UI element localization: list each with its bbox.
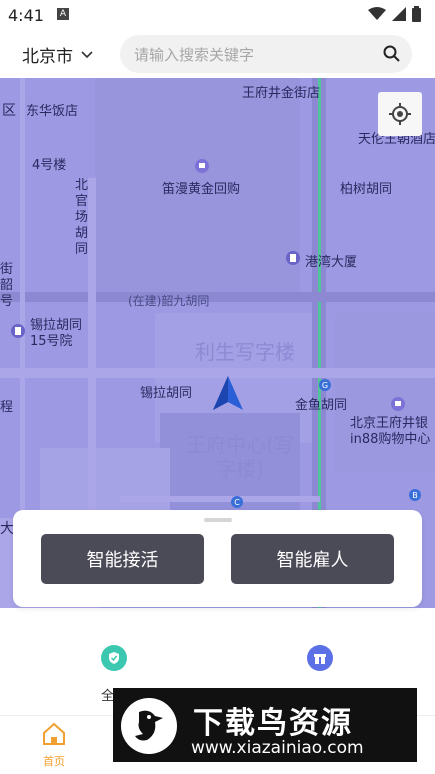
svg-text:B: B xyxy=(412,491,418,500)
shield-icon xyxy=(101,645,127,671)
smart-job-button[interactable]: 智能接活 xyxy=(41,534,204,584)
wifi-icon xyxy=(368,7,386,20)
locate-icon xyxy=(389,103,411,125)
feature-right[interactable] xyxy=(284,645,356,685)
map-label: 锡拉胡同 xyxy=(140,386,193,401)
watermark-banner: 下载鸟资源 www.xiazainiao.com xyxy=(113,688,417,762)
map-label: 柏树胡同 xyxy=(340,182,393,197)
search-box[interactable] xyxy=(120,35,412,73)
map-label: 利生写字楼 xyxy=(195,340,295,364)
status-time: 4:41 xyxy=(8,6,44,25)
tab-home-label: 首页 xyxy=(43,755,65,768)
svg-text:C: C xyxy=(234,498,240,507)
signal-icon xyxy=(392,7,406,21)
drag-handle[interactable] xyxy=(204,518,232,522)
parking-icon: B xyxy=(409,489,421,501)
chevron-down-icon xyxy=(81,50,93,58)
map-label: (在建)韶九胡同 xyxy=(128,294,210,308)
map-label: 街韶号 xyxy=(0,262,14,309)
map-label: 4号楼 xyxy=(32,158,67,173)
header: 北京市 xyxy=(0,30,435,78)
watermark-title: 下载鸟资源 xyxy=(193,706,353,741)
building-poi-icon xyxy=(286,251,300,265)
action-card: 智能接活 智能雇人 xyxy=(13,510,422,607)
map-label: 金鱼胡同 xyxy=(295,398,348,413)
city-selector[interactable]: 北京市 xyxy=(22,42,93,67)
map-label: 北京王府井银in88购物中心 xyxy=(350,416,431,447)
watermark-url: www.xiazainiao.com xyxy=(191,738,364,758)
city-label: 北京市 xyxy=(22,47,73,67)
navigation-arrow-icon xyxy=(213,376,243,410)
search-input[interactable] xyxy=(132,41,376,69)
shop-poi-icon xyxy=(195,159,209,173)
svg-text:G: G xyxy=(322,381,328,390)
search-icon[interactable] xyxy=(383,45,400,62)
map-label: 东华饭店 xyxy=(26,104,79,119)
map-label: 北官场胡同 xyxy=(75,178,89,257)
map-label: 程 xyxy=(0,400,14,415)
map-label: 区 xyxy=(2,103,16,119)
notification-icon: A xyxy=(57,8,69,20)
map-label: 港湾大厦 xyxy=(305,255,358,270)
building-poi-icon xyxy=(11,324,25,338)
shop-poi-icon xyxy=(391,397,405,411)
battery-icon xyxy=(412,6,421,22)
subway-icon: G xyxy=(319,379,331,391)
map-label: 笛漫黄金回购 xyxy=(162,182,241,197)
parking-icon: C xyxy=(231,496,243,508)
bird-logo-icon xyxy=(121,698,177,754)
locate-button[interactable] xyxy=(378,92,422,136)
map-label: 大 xyxy=(0,521,14,537)
status-icons xyxy=(368,6,421,22)
status-bar: 4:41 A xyxy=(0,0,435,30)
map-label: 锡拉胡同15号院 xyxy=(30,318,83,349)
map-label: 王府井金街店 xyxy=(242,86,321,101)
smart-hire-button[interactable]: 智能雇人 xyxy=(231,534,394,584)
map-label: 王府中心(写字楼) xyxy=(186,433,294,481)
tab-home[interactable]: 首页 xyxy=(24,722,84,769)
home-icon xyxy=(43,722,65,745)
gift-icon xyxy=(307,645,333,671)
